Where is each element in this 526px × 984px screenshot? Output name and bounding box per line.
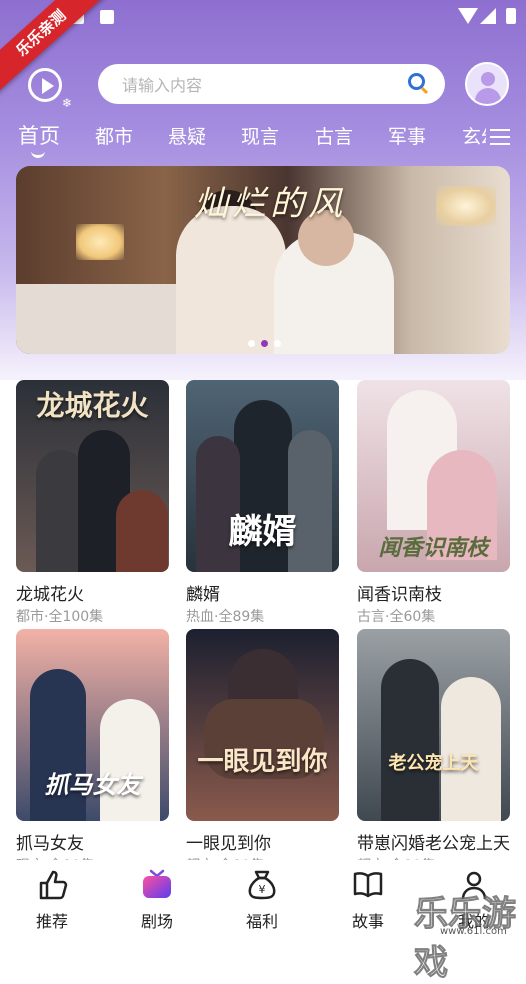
carousel-dot-active[interactable]: [261, 340, 268, 347]
active-tab-indicator: [31, 150, 45, 158]
battery-icon: [506, 8, 516, 24]
search-bar[interactable]: [98, 64, 445, 106]
category-tabs: 首页 都市 悬疑 现言 古言 军事 玄幻: [0, 118, 526, 158]
nav-story[interactable]: 故事: [338, 868, 398, 932]
app-notification-icon: [100, 10, 114, 24]
cover-figure: [381, 659, 439, 821]
tab-urban[interactable]: 都市: [95, 122, 133, 149]
cover-title: 龙城花火: [36, 389, 149, 422]
nav-label: 故事: [351, 912, 384, 931]
tv-icon: [140, 868, 174, 902]
menu-icon[interactable]: [490, 129, 510, 145]
cover-figure: [100, 699, 160, 821]
drama-cover[interactable]: 一眼见到你: [186, 629, 339, 821]
banner-lamp: [436, 186, 496, 226]
watermark-url: www.61l.com: [440, 926, 507, 937]
search-icon[interactable]: [408, 73, 425, 90]
cover-title: 闻香识南枝: [378, 535, 489, 561]
drama-cover[interactable]: 老公宠上天: [357, 629, 510, 821]
drama-title: 龙城花火: [16, 585, 84, 605]
drama-cover[interactable]: 抓马女友: [16, 629, 169, 821]
banner-carousel[interactable]: 灿烂的风: [16, 166, 510, 354]
tab-label: 首页: [18, 124, 60, 148]
drama-cover[interactable]: 闻香识南枝: [357, 380, 510, 572]
svg-text:¥: ¥: [259, 883, 266, 896]
carousel-indicator: [248, 332, 287, 347]
banner-lamp: [76, 224, 124, 260]
nav-theater[interactable]: 剧场: [127, 868, 187, 932]
drama-cover[interactable]: 麟婿: [186, 380, 339, 572]
tab-fantasy[interactable]: 玄幻: [462, 122, 486, 149]
drama-title: 一眼见到你: [186, 834, 271, 854]
avatar[interactable]: [465, 62, 509, 106]
tab-suspense[interactable]: 悬疑: [168, 122, 206, 149]
cover-figure: [116, 490, 168, 572]
thumbs-up-icon: [35, 868, 69, 902]
drama-cover[interactable]: 龙城花火: [16, 380, 169, 572]
nav-label: 推荐: [35, 912, 68, 931]
snowflake-icon: ❄: [62, 96, 73, 110]
banner-table: [16, 284, 176, 354]
drama-title: 麟婿: [186, 585, 220, 605]
money-bag-icon: ¥: [245, 868, 279, 902]
drama-title: 闻香识南枝: [357, 585, 442, 605]
tab-military[interactable]: 军事: [388, 122, 426, 149]
cover-title: 一眼见到你: [197, 747, 328, 777]
signal-icon: [480, 8, 496, 24]
search-input[interactable]: [120, 64, 384, 106]
banner-title: 灿烂的风: [194, 184, 346, 224]
tab-modern-romance[interactable]: 现言: [241, 122, 279, 149]
cover-title: 麟婿: [228, 512, 297, 552]
drama-title: 带崽闪婚老公宠上天: [357, 834, 510, 854]
wifi-icon: [458, 8, 478, 24]
drama-meta: 都市·全100集: [16, 609, 104, 625]
nav-recommend[interactable]: 推荐: [22, 868, 82, 932]
nav-label: 福利: [245, 912, 278, 931]
book-icon: [351, 868, 385, 902]
nav-label: 剧场: [140, 912, 173, 931]
carousel-dot[interactable]: [248, 340, 255, 347]
play-logo-button[interactable]: [28, 68, 62, 102]
tab-ancient-romance[interactable]: 古言: [315, 122, 353, 149]
avatar-body: [475, 88, 501, 104]
carousel-dot[interactable]: [274, 340, 281, 347]
drama-title: 抓马女友: [16, 834, 84, 854]
cover-title: 老公宠上天: [388, 753, 479, 774]
play-icon: [42, 78, 54, 94]
avatar-head: [481, 72, 495, 86]
cover-title: 抓马女友: [44, 770, 141, 799]
drama-meta: 古言·全60集: [357, 609, 436, 625]
tab-home[interactable]: 首页: [18, 120, 60, 158]
nav-welfare[interactable]: ¥ 福利: [232, 868, 292, 932]
drama-meta: 热血·全89集: [186, 609, 265, 625]
